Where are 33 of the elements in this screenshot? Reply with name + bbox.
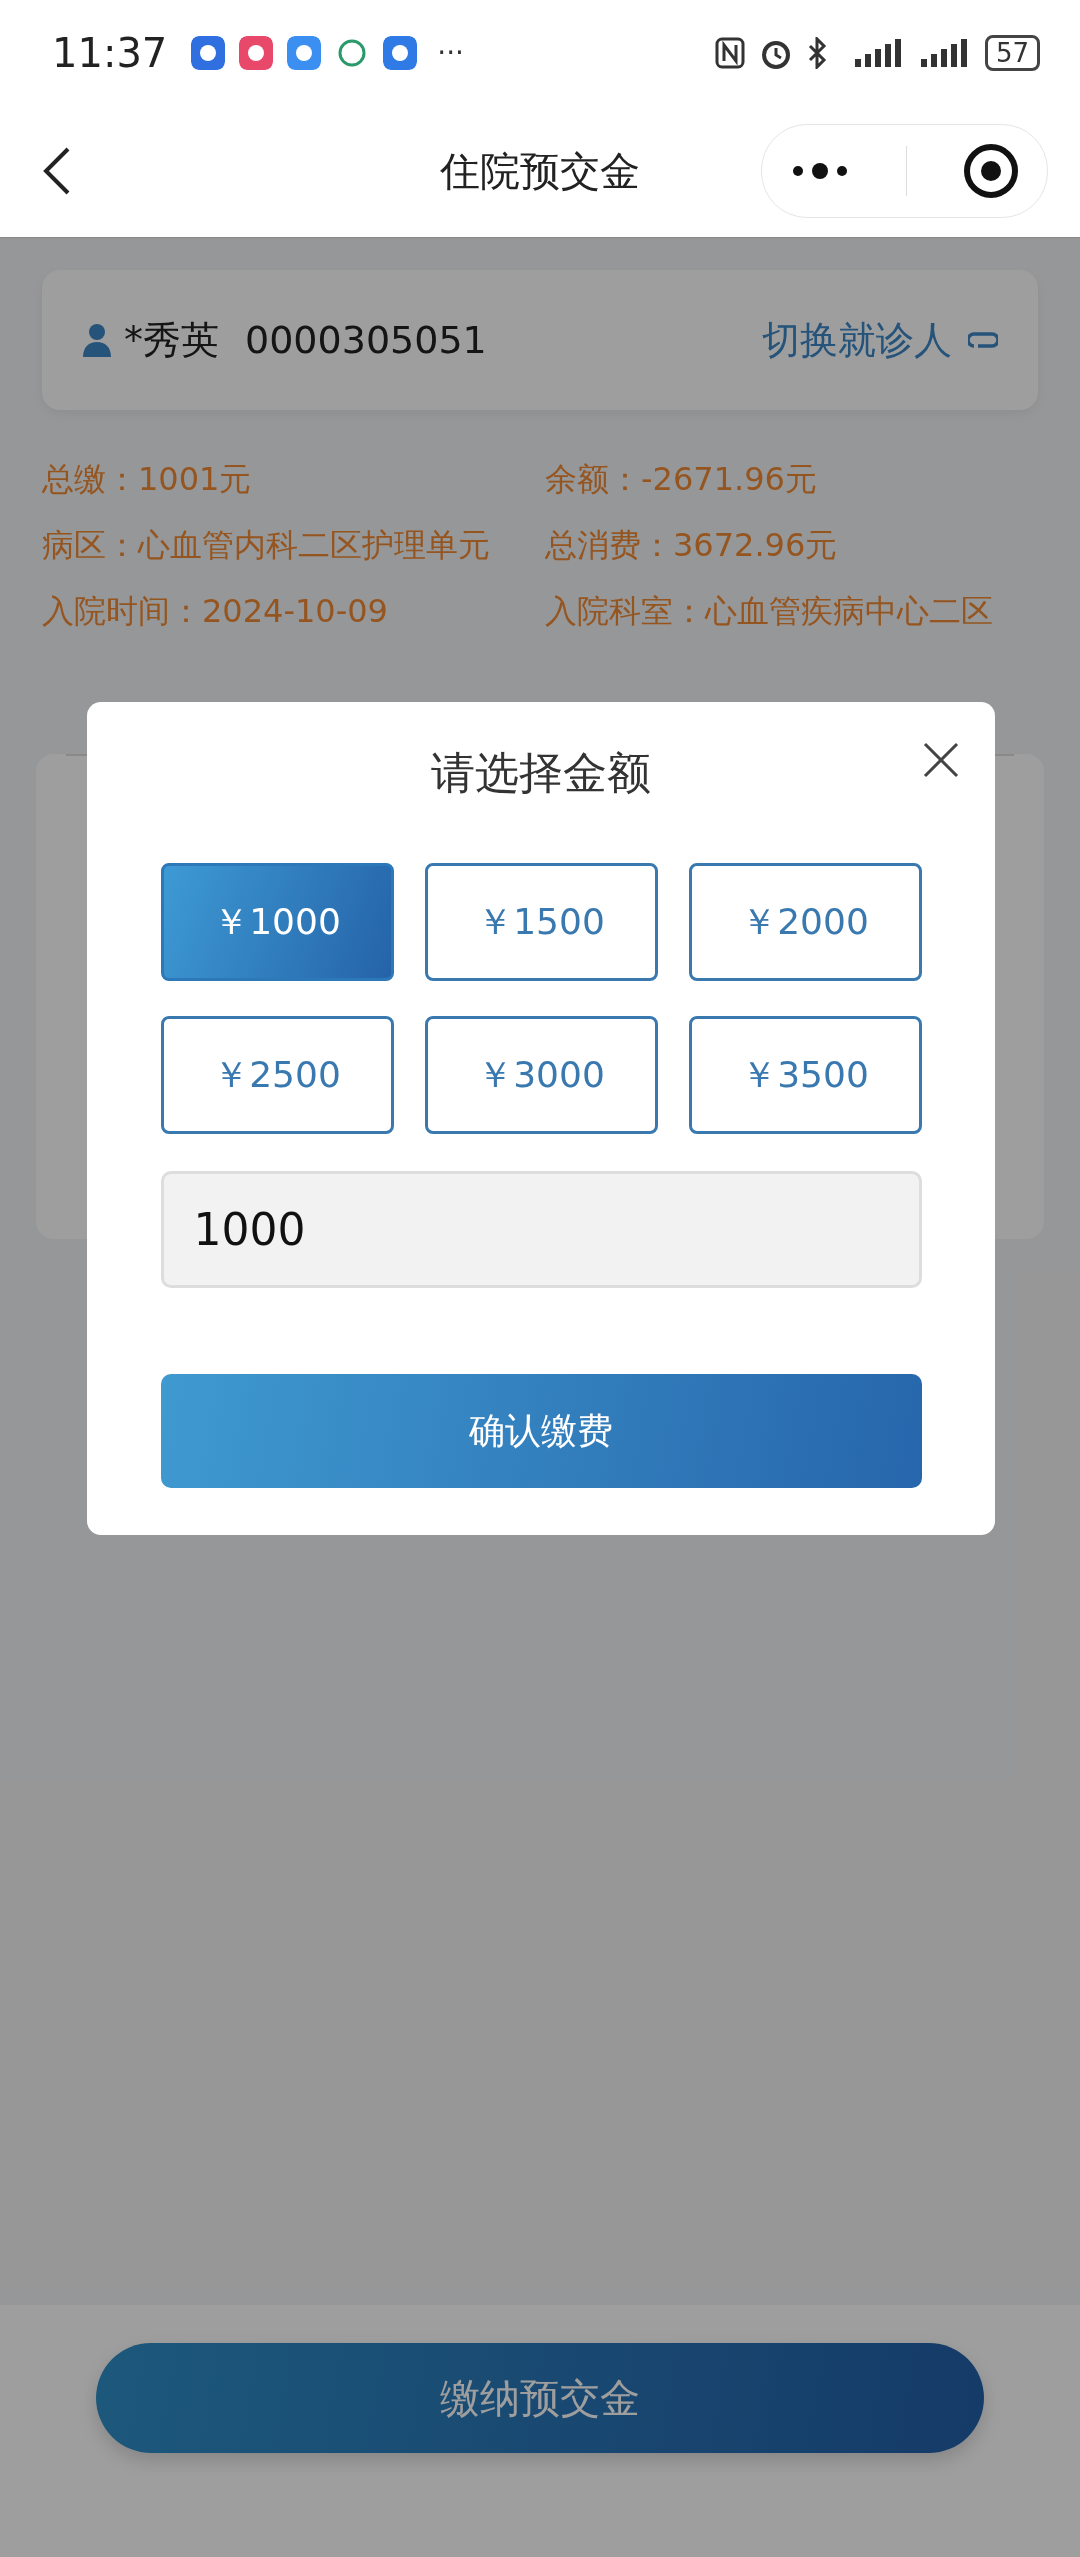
amount-option[interactable]: ￥2500 xyxy=(160,1016,394,1134)
amount-option[interactable]: ￥1500 xyxy=(424,863,658,981)
switch-icon xyxy=(968,330,998,350)
app-notification-icon xyxy=(191,35,226,70)
amount-input-field[interactable]: 1000 xyxy=(160,1171,922,1288)
summary-text: 余额：-2671.96元 xyxy=(545,459,818,500)
amount-option[interactable]: ￥1000 xyxy=(160,863,394,981)
page-title: 住院预交金 xyxy=(440,146,640,196)
summary-text: 总消费：3672.96元 xyxy=(545,525,839,566)
summary-text: 总缴：1001元 xyxy=(42,459,253,500)
amount-option[interactable]: ￥3500 xyxy=(688,1016,922,1134)
close-icon[interactable] xyxy=(923,742,959,778)
amount-option[interactable]: ￥2000 xyxy=(688,863,922,981)
app-notification-icon xyxy=(239,35,274,70)
amount-option[interactable]: ￥3000 xyxy=(424,1016,658,1134)
patient-id: 0000305051 xyxy=(245,318,487,362)
bluetooth-icon xyxy=(806,36,827,69)
summary-text: 入院科室：心血管疾病中心二区 xyxy=(545,591,994,632)
app-notification-icon xyxy=(383,35,418,70)
pay-deposit-button[interactable]: 缴纳预交金 xyxy=(96,2343,984,2453)
more-notifications: ··· xyxy=(437,36,464,69)
status-time: 11:37 xyxy=(52,29,168,76)
battery-level: 57 xyxy=(984,34,1040,71)
confirm-payment-button[interactable]: 确认缴费 xyxy=(160,1374,922,1488)
person-icon xyxy=(82,323,112,357)
more-icon[interactable] xyxy=(790,163,850,179)
patient-name: *秀英 xyxy=(124,316,219,364)
app-notification-icon xyxy=(287,35,322,70)
switch-patient-link[interactable]: 切换就诊人 xyxy=(762,314,998,366)
summary-text: 病区：心血管内科二区护理单元 xyxy=(42,525,491,566)
dialog-title: 请选择金额 xyxy=(431,746,651,800)
nfc-icon xyxy=(714,36,745,69)
summary-text: 入院时间：2024-10-09 xyxy=(42,591,389,632)
